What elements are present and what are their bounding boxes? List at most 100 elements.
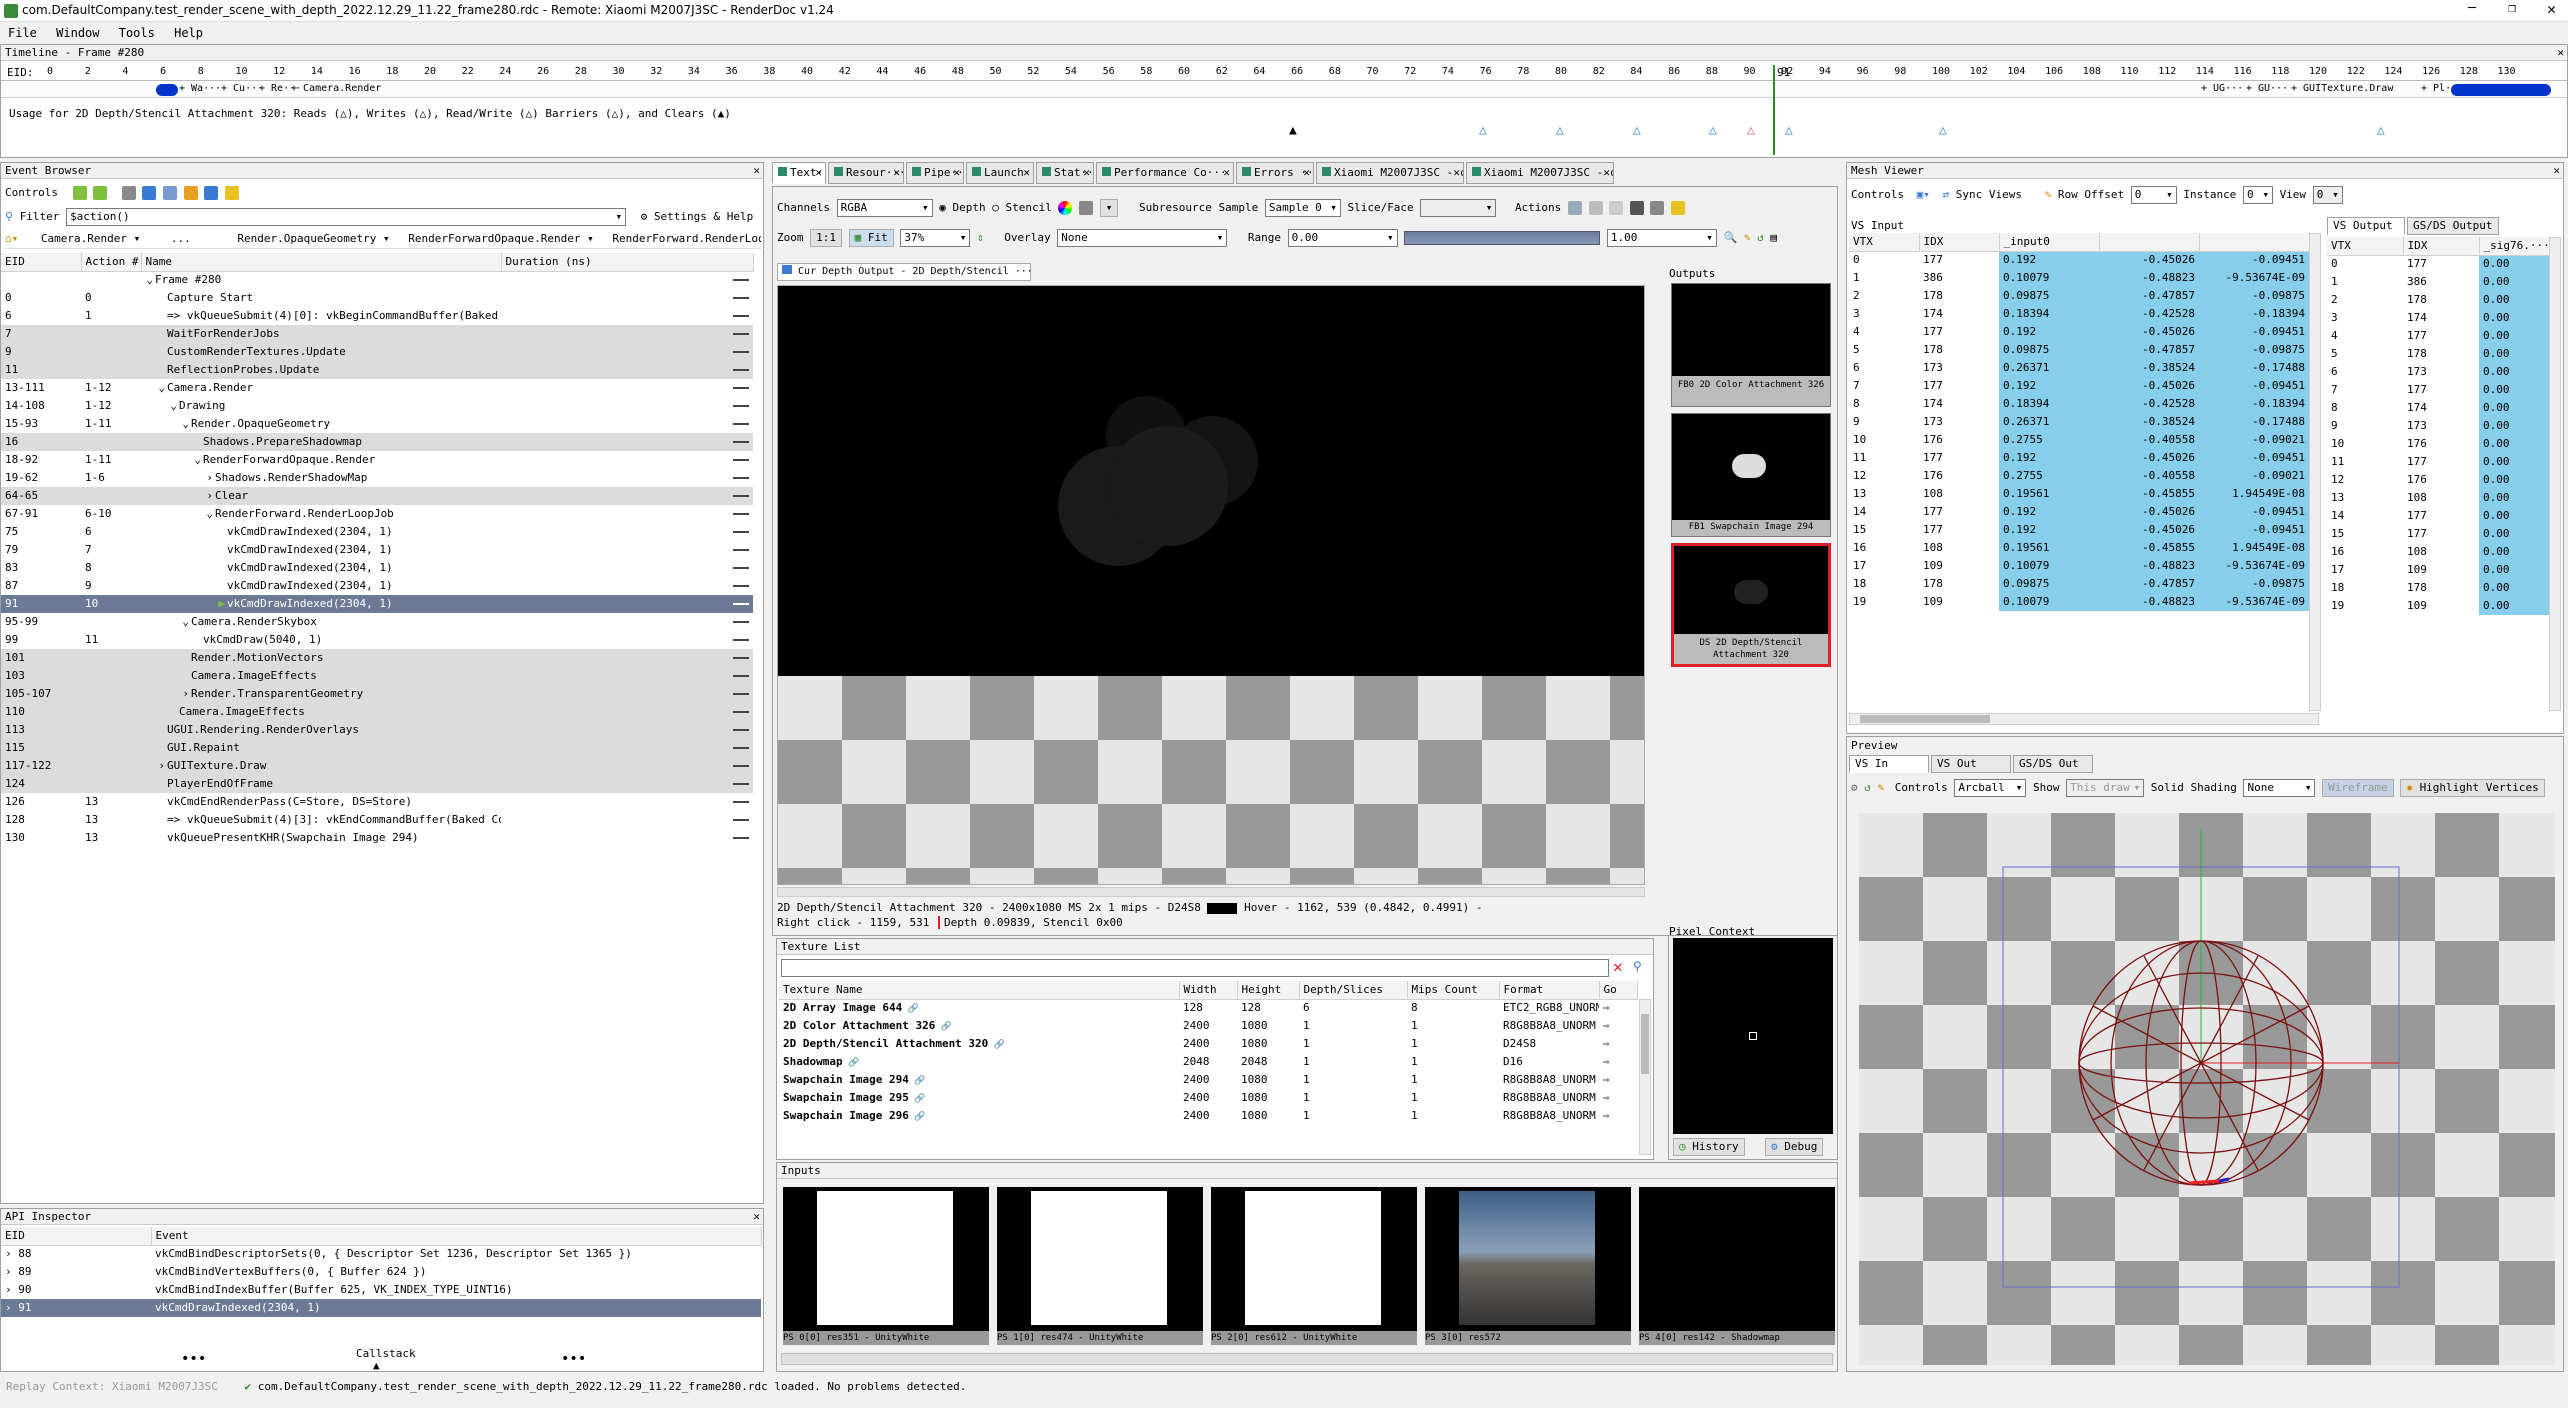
zoom-1-1-button[interactable]: 1:1: [810, 229, 842, 247]
highlight-vertices-toggle[interactable]: ✸ Highlight Vertices: [2400, 779, 2545, 797]
go-arrow-icon[interactable]: ⇨: [1599, 1053, 1637, 1071]
event-row[interactable]: 110 Camera.ImageEffects: [1, 703, 753, 721]
api-col-event[interactable]: Event: [151, 1227, 762, 1246]
breadcrumb-forward-opaque[interactable]: RenderForwardOpaque.Render: [408, 232, 580, 245]
collapse-arrow-icon[interactable]: ⌄: [145, 416, 191, 432]
event-row[interactable]: 103 Camera.ImageEffects: [1, 667, 753, 685]
vertex-out-row[interactable]: 7 177 0.00: [2327, 381, 2549, 399]
vertex-row[interactable]: 8 174 0.18394 -0.42528 -0.18394: [1849, 395, 2309, 413]
input-thumb-0[interactable]: PS 0[0] res351 - UnityWhite: [783, 1187, 989, 1345]
link-icon[interactable]: 🔗: [909, 1076, 925, 1086]
vertex-row[interactable]: 10 176 0.2755 -0.40558 -0.09021: [1849, 431, 2309, 449]
api-row[interactable]: › 89 vkCmdBindVertexBuffers(0, { Buffer 6…: [1, 1263, 761, 1281]
input-thumb-2[interactable]: PS 2[0] res612 - UnityWhite: [1211, 1187, 1417, 1345]
close-icon[interactable]: ✕: [2553, 163, 2560, 178]
expand-arrow-icon[interactable]: ›: [145, 758, 167, 774]
collapse-arrow-icon[interactable]: ⌄: [145, 398, 179, 414]
copy-icon[interactable]: [1588, 201, 1603, 215]
texture-tab-4[interactable]: Stat···✕: [1036, 162, 1094, 184]
vertex-row[interactable]: 16 108 0.19561 -0.45855 1.94549E-08: [1849, 539, 2309, 557]
pixel-context-view[interactable]: [1673, 938, 1833, 1134]
vertex-out-row[interactable]: 18 178 0.00: [2327, 579, 2549, 597]
col-name[interactable]: Name: [141, 253, 502, 272]
expand-arrow-icon[interactable]: ›: [5, 1247, 18, 1260]
marker-ug[interactable]: + UG···: [2201, 83, 2243, 94]
link-icon[interactable]: 🔗: [902, 1004, 919, 1014]
input-thumb-1[interactable]: PS 1[0] res474 - UnityWhite: [997, 1187, 1203, 1345]
event-row[interactable]: 126 13 vkCmdEndRenderPass(C=Store, DS=Stor…: [1, 793, 753, 811]
close-icon[interactable]: ✕: [1083, 163, 1090, 183]
vertex-out-row[interactable]: 17 109 0.00: [2327, 561, 2549, 579]
event-row[interactable]: 95-99 ⌄ Camera.RenderSkybox: [1, 613, 753, 631]
event-row[interactable]: 83 8 vkCmdDrawIndexed(2304, 1): [1, 559, 753, 577]
collapse-arrow-icon[interactable]: ⌄: [145, 380, 167, 396]
texture-row[interactable]: Swapchain Image 296 🔗 2400 1080 1 1 R8G8B8A8_…: [779, 1107, 1637, 1125]
texture-tab-5[interactable]: Performance Co··· ✕: [1096, 162, 1234, 184]
close-icon[interactable]: ✕: [1223, 163, 1230, 183]
open-icon[interactable]: [1609, 201, 1624, 215]
replay-context[interactable]: Replay Context: Xiaomi M2007J3SC: [6, 1380, 218, 1393]
link-icon[interactable]: [1650, 201, 1665, 215]
wireframe-toggle[interactable]: Wireframe: [2322, 779, 2394, 797]
mesh-preview-canvas[interactable]: [1859, 813, 2555, 1365]
event-row[interactable]: 7 WaitForRenderJobs: [1, 325, 753, 343]
sync-views-toggle[interactable]: ⇄ Sync Views: [1942, 188, 2021, 201]
link-icon[interactable]: 🔗: [935, 1022, 952, 1032]
vout-col-sig[interactable]: _sig76.···: [2479, 237, 2550, 256]
forward-icon[interactable]: [93, 186, 108, 200]
usage-marker[interactable]: ▲: [1289, 123, 1297, 138]
event-row[interactable]: 64-65 › Clear: [1, 487, 753, 505]
vin-col-idx[interactable]: IDX: [1919, 233, 2000, 252]
event-row[interactable]: 91 10 ▶ vkCmdDrawIndexed(2304, 1): [1, 595, 753, 613]
go-arrow-icon[interactable]: ⇨: [1599, 1017, 1637, 1035]
texture-row[interactable]: 2D Color Attachment 326 🔗 2400 1080 1 1 R8G8B…: [779, 1017, 1637, 1035]
event-row[interactable]: 19-62 1-6 › Shadows.RenderShadowMap: [1, 469, 753, 487]
go-arrow-icon[interactable]: ⇨: [1599, 999, 1637, 1017]
histogram-icon[interactable]: ▤: [1770, 231, 1777, 244]
event-row[interactable]: 9 CustomRenderTextures.Update: [1, 343, 753, 361]
vertex-row[interactable]: 19 109 0.10079 -0.48823 -9.53674E-09: [1849, 593, 2309, 611]
settings-help-button[interactable]: ⚙ Settings & Help: [641, 210, 754, 223]
usage-marker[interactable]: △: [2377, 123, 2385, 138]
vertex-out-row[interactable]: 14 177 0.00: [2327, 507, 2549, 525]
row-offset-input[interactable]: 0: [2130, 186, 2177, 204]
vertex-row[interactable]: 5 178 0.09875 -0.47857 -0.09875: [1849, 341, 2309, 359]
close-icon[interactable]: ✕: [753, 163, 760, 178]
tl-col-format[interactable]: Format: [1499, 981, 1600, 1000]
event-row[interactable]: 75 6 vkCmdDrawIndexed(2304, 1): [1, 523, 753, 541]
expand-arrow-icon[interactable]: ›: [145, 488, 215, 504]
autofit-icon[interactable]: ✎: [1744, 231, 1751, 244]
go-arrow-icon[interactable]: ⇨: [1599, 1071, 1637, 1089]
maximize-button[interactable]: ❐: [2508, 1, 2516, 16]
collapse-arrow-icon[interactable]: ⌄: [145, 506, 215, 522]
export-icon[interactable]: ▣▾: [1917, 188, 1930, 201]
event-row[interactable]: 130 13 vkQueuePresentKHR(Swapchain Image 2…: [1, 829, 753, 847]
texture-tab-1[interactable]: Resour··· ✕: [828, 162, 904, 184]
texture-search[interactable]: [781, 959, 1609, 977]
vertex-out-row[interactable]: 3 174 0.00: [2327, 309, 2549, 327]
instance-input[interactable]: 0: [2242, 186, 2273, 204]
link-icon[interactable]: 🔗: [909, 1112, 925, 1122]
fit-button[interactable]: ▦ Fit: [848, 229, 894, 247]
vertex-row[interactable]: 15 177 0.192 -0.45026 -0.09451: [1849, 521, 2309, 539]
vertex-out-row[interactable]: 2 178 0.00: [2327, 291, 2549, 309]
usage-marker[interactable]: △: [1479, 123, 1487, 138]
input-thumb-3[interactable]: PS 3[0] res572: [1425, 1187, 1631, 1345]
link-icon[interactable]: 🔗: [843, 1058, 859, 1068]
flip-icon[interactable]: ⇕: [977, 231, 984, 244]
callstack-label[interactable]: Callstack: [356, 1347, 416, 1360]
save-texture-icon[interactable]: [1567, 201, 1582, 215]
breadcrumb-camera-render[interactable]: Camera.Render: [41, 232, 127, 245]
link-icon[interactable]: 🔗: [909, 1094, 925, 1104]
sample-select[interactable]: Sample 0: [1264, 199, 1341, 217]
filter-input[interactable]: $action(): [66, 208, 627, 226]
api-col-eid[interactable]: EID: [1, 1227, 152, 1246]
channels-select[interactable]: RGBA: [836, 199, 933, 217]
shading-select[interactable]: None: [2243, 779, 2316, 797]
star-icon[interactable]: [224, 186, 239, 200]
vertex-row[interactable]: 17 109 0.10079 -0.48823 -9.53674E-09: [1849, 557, 2309, 575]
collapse-arrow-icon[interactable]: ⌄: [145, 272, 155, 288]
col-action[interactable]: Action #: [81, 253, 142, 272]
texture-row[interactable]: Shadowmap 🔗 2048 2048 1 1 D16 ⇨: [779, 1053, 1637, 1071]
tab-gs-out[interactable]: GS/DS Out: [2013, 755, 2093, 773]
